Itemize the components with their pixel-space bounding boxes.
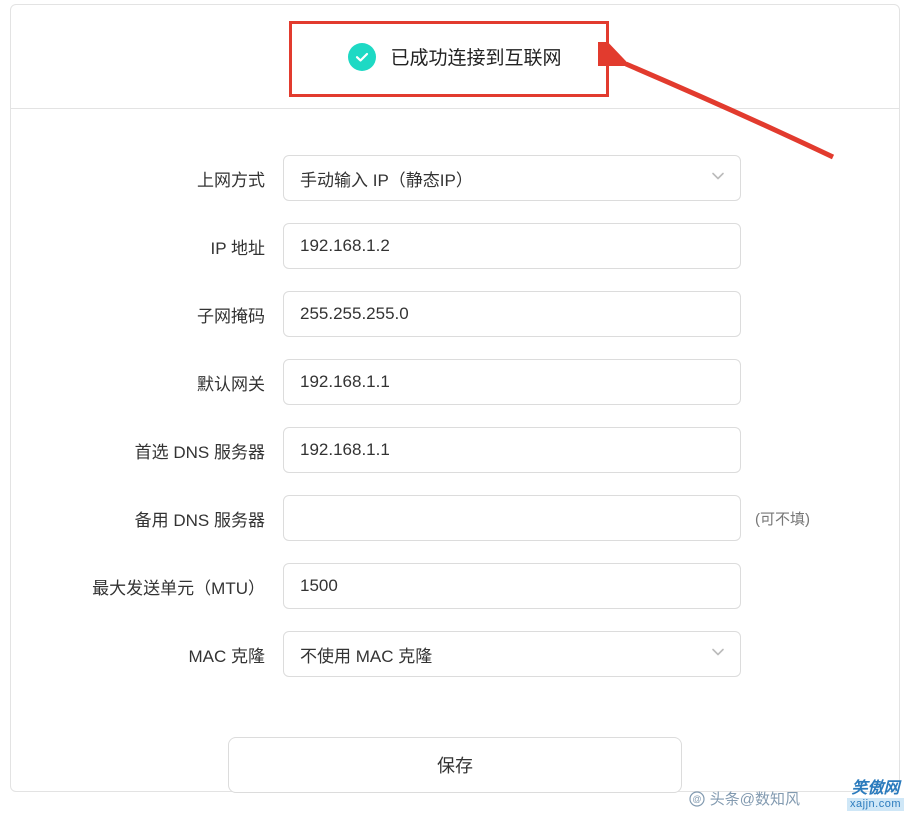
select-mac-value: 不使用 MAC 克隆 <box>300 642 432 667</box>
row-mode: 上网方式 手动输入 IP（静态IP） <box>11 155 899 201</box>
watermark-toutiao-text: 头条@数知风 <box>710 788 800 809</box>
watermark-toutiao: @ 头条@数知风 <box>688 788 800 809</box>
label-dns1: 首选 DNS 服务器 <box>11 438 283 463</box>
ip-address-input[interactable] <box>283 223 741 269</box>
save-button[interactable]: 保存 <box>228 737 682 793</box>
gateway-input[interactable] <box>283 359 741 405</box>
status-text: 已成功连接到互联网 <box>390 43 561 70</box>
settings-panel: 已成功连接到互联网 上网方式 手动输入 IP（静态IP） IP 地址 子网掩码 <box>10 4 900 792</box>
network-form: 上网方式 手动输入 IP（静态IP） IP 地址 子网掩码 默认 <box>11 109 899 793</box>
row-mac: MAC 克隆 不使用 MAC 克隆 <box>11 631 899 677</box>
secondary-dns-input[interactable] <box>283 495 741 541</box>
row-dns2: 备用 DNS 服务器 (可不填) <box>11 495 899 541</box>
label-mask: 子网掩码 <box>11 302 283 327</box>
row-dns1: 首选 DNS 服务器 <box>11 427 899 473</box>
watermark-xajjn-title: 笑傲网 <box>847 780 904 798</box>
mtu-input[interactable] <box>283 563 741 609</box>
save-row: 保存 <box>11 737 899 793</box>
watermark-xajjn-url: xajjn.com <box>847 798 904 811</box>
label-gateway: 默认网关 <box>11 370 283 395</box>
row-gateway: 默认网关 <box>11 359 899 405</box>
svg-text:@: @ <box>692 794 701 804</box>
dns2-hint: (可不填) <box>755 508 810 529</box>
primary-dns-input[interactable] <box>283 427 741 473</box>
status-bar: 已成功连接到互联网 <box>11 5 899 109</box>
label-ip: IP 地址 <box>11 234 283 259</box>
label-mac: MAC 克隆 <box>11 642 283 667</box>
select-mode-value: 手动输入 IP（静态IP） <box>300 166 473 191</box>
row-ip: IP 地址 <box>11 223 899 269</box>
connection-status: 已成功连接到互联网 <box>320 33 589 81</box>
check-circle-icon <box>348 43 376 71</box>
row-mtu: 最大发送单元（MTU） <box>11 563 899 609</box>
label-mtu: 最大发送单元（MTU） <box>11 574 283 599</box>
label-mode: 上网方式 <box>11 166 283 191</box>
subnet-mask-input[interactable] <box>283 291 741 337</box>
row-mask: 子网掩码 <box>11 291 899 337</box>
select-connection-mode[interactable]: 手动输入 IP（静态IP） <box>283 155 741 201</box>
label-dns2: 备用 DNS 服务器 <box>11 506 283 531</box>
watermark-xajjn: 笑傲网 xajjn.com <box>847 780 904 811</box>
select-mac-clone[interactable]: 不使用 MAC 克隆 <box>283 631 741 677</box>
